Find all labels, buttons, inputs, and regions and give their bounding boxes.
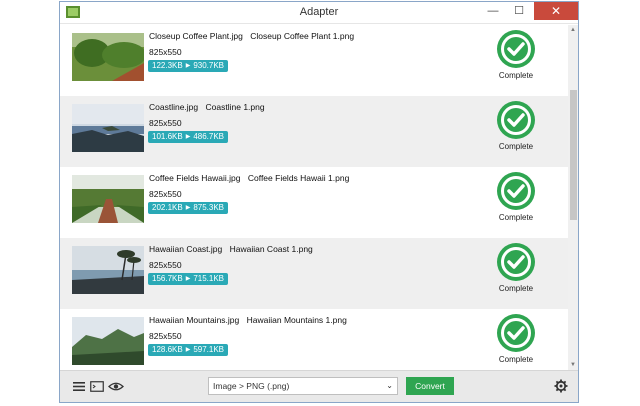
file-names: Hawaiian Mountains.jpg Hawaiian Mountain… (149, 315, 347, 325)
maximize-button[interactable]: ☐ (506, 2, 532, 20)
file-names: Coffee Fields Hawaii.jpg Coffee Fields H… (149, 173, 349, 183)
vertical-scrollbar[interactable]: ▲ ▼ (568, 25, 578, 370)
thumbnail-image (72, 104, 144, 152)
title-bar: Adapter — ☐ ✕ (60, 2, 578, 24)
size-after: 486.7KB (193, 132, 225, 141)
size-badge: 122.3KB ▶ 930.7KB (148, 60, 229, 72)
arrow-right-icon: ▶ (185, 134, 191, 140)
bottom-toolbar: Image > PNG (.png) ⌄ Convert (60, 370, 578, 402)
arrow-right-icon: ▶ (185, 205, 191, 211)
status: Complete (492, 314, 540, 364)
eye-icon[interactable] (108, 380, 124, 393)
close-button[interactable]: ✕ (534, 2, 578, 20)
size-after: 930.7KB (193, 61, 225, 70)
list-item[interactable]: Coastline.jpg Coastline 1.png 825x550 10… (60, 96, 578, 167)
chevron-down-icon: ⌄ (386, 381, 393, 390)
image-dimensions: 825x550 (149, 118, 182, 128)
scroll-down-arrow-icon[interactable]: ▼ (568, 360, 578, 370)
list-item[interactable]: Closeup Coffee Plant.jpg Closeup Coffee … (60, 25, 578, 96)
status-label: Complete (498, 355, 534, 364)
checkmark-circle-icon (497, 243, 535, 281)
status: Complete (492, 172, 540, 222)
output-filename: Hawaiian Coast 1.png (229, 244, 313, 254)
file-names: Coastline.jpg Coastline 1.png (149, 102, 265, 112)
source-filename: Coastline.jpg (149, 102, 199, 112)
size-after: 875.3KB (193, 203, 225, 212)
checkmark-circle-icon (497, 172, 535, 210)
size-after: 597.1KB (193, 345, 225, 354)
list-item[interactable]: Hawaiian Mountains.jpg Hawaiian Mountain… (60, 309, 578, 370)
arrow-right-icon: ▶ (185, 63, 191, 69)
list-item[interactable]: Coffee Fields Hawaii.jpg Coffee Fields H… (60, 167, 578, 238)
file-names: Closeup Coffee Plant.jpg Closeup Coffee … (149, 31, 354, 41)
source-filename: Hawaiian Coast.jpg (149, 244, 223, 254)
status: Complete (492, 243, 540, 293)
source-filename: Hawaiian Mountains.jpg (149, 315, 240, 325)
source-filename: Coffee Fields Hawaii.jpg (149, 173, 241, 183)
size-badge: 128.6KB ▶ 597.1KB (148, 344, 229, 356)
output-format-select[interactable]: Image > PNG (.png) ⌄ (208, 377, 398, 395)
thumbnail-image (72, 246, 144, 294)
size-badge: 202.1KB ▶ 875.3KB (148, 202, 229, 214)
output-filename: Hawaiian Mountains 1.png (246, 315, 347, 325)
output-filename: Coffee Fields Hawaii 1.png (247, 173, 350, 183)
gear-icon[interactable] (554, 379, 568, 393)
thumbnail-image (72, 175, 144, 223)
size-before: 101.6KB (152, 132, 183, 141)
adapter-window: Adapter — ☐ ✕ Closeup Coffee Plant.jpg C… (59, 1, 579, 403)
size-before: 156.7KB (152, 274, 183, 283)
thumbnail-image (72, 317, 144, 365)
size-badge: 101.6KB ▶ 486.7KB (148, 131, 229, 143)
minimize-button[interactable]: — (480, 2, 506, 20)
output-format-value: Image > PNG (.png) (213, 381, 290, 391)
scroll-up-arrow-icon[interactable]: ▲ (568, 25, 578, 35)
image-dimensions: 825x550 (149, 189, 182, 199)
status-label: Complete (498, 142, 534, 151)
checkmark-circle-icon (497, 30, 535, 68)
image-dimensions: 825x550 (149, 260, 182, 270)
status-label: Complete (498, 213, 534, 222)
list-item[interactable]: Hawaiian Coast.jpg Hawaiian Coast 1.png … (60, 238, 578, 309)
arrow-right-icon: ▶ (185, 347, 191, 353)
status: Complete (492, 101, 540, 151)
size-before: 128.6KB (152, 345, 183, 354)
convert-button[interactable]: Convert (406, 377, 454, 395)
size-badge: 156.7KB ▶ 715.1KB (148, 273, 229, 285)
hamburger-icon[interactable] (72, 380, 86, 393)
size-after: 715.1KB (193, 274, 225, 283)
status: Complete (492, 30, 540, 80)
terminal-icon[interactable] (90, 380, 104, 393)
size-before: 122.3KB (152, 61, 183, 70)
file-names: Hawaiian Coast.jpg Hawaiian Coast 1.png (149, 244, 313, 254)
checkmark-circle-icon (497, 314, 535, 352)
scrollbar-thumb[interactable] (570, 90, 577, 220)
status-label: Complete (498, 284, 534, 293)
image-dimensions: 825x550 (149, 47, 182, 57)
arrow-right-icon: ▶ (185, 276, 191, 282)
image-dimensions: 825x550 (149, 331, 182, 341)
output-filename: Coastline 1.png (205, 102, 265, 112)
checkmark-circle-icon (497, 101, 535, 139)
status-label: Complete (498, 71, 534, 80)
output-filename: Closeup Coffee Plant 1.png (250, 31, 355, 41)
size-before: 202.1KB (152, 203, 183, 212)
file-list: Closeup Coffee Plant.jpg Closeup Coffee … (60, 25, 578, 370)
thumbnail-image (72, 33, 144, 81)
source-filename: Closeup Coffee Plant.jpg (149, 31, 243, 41)
